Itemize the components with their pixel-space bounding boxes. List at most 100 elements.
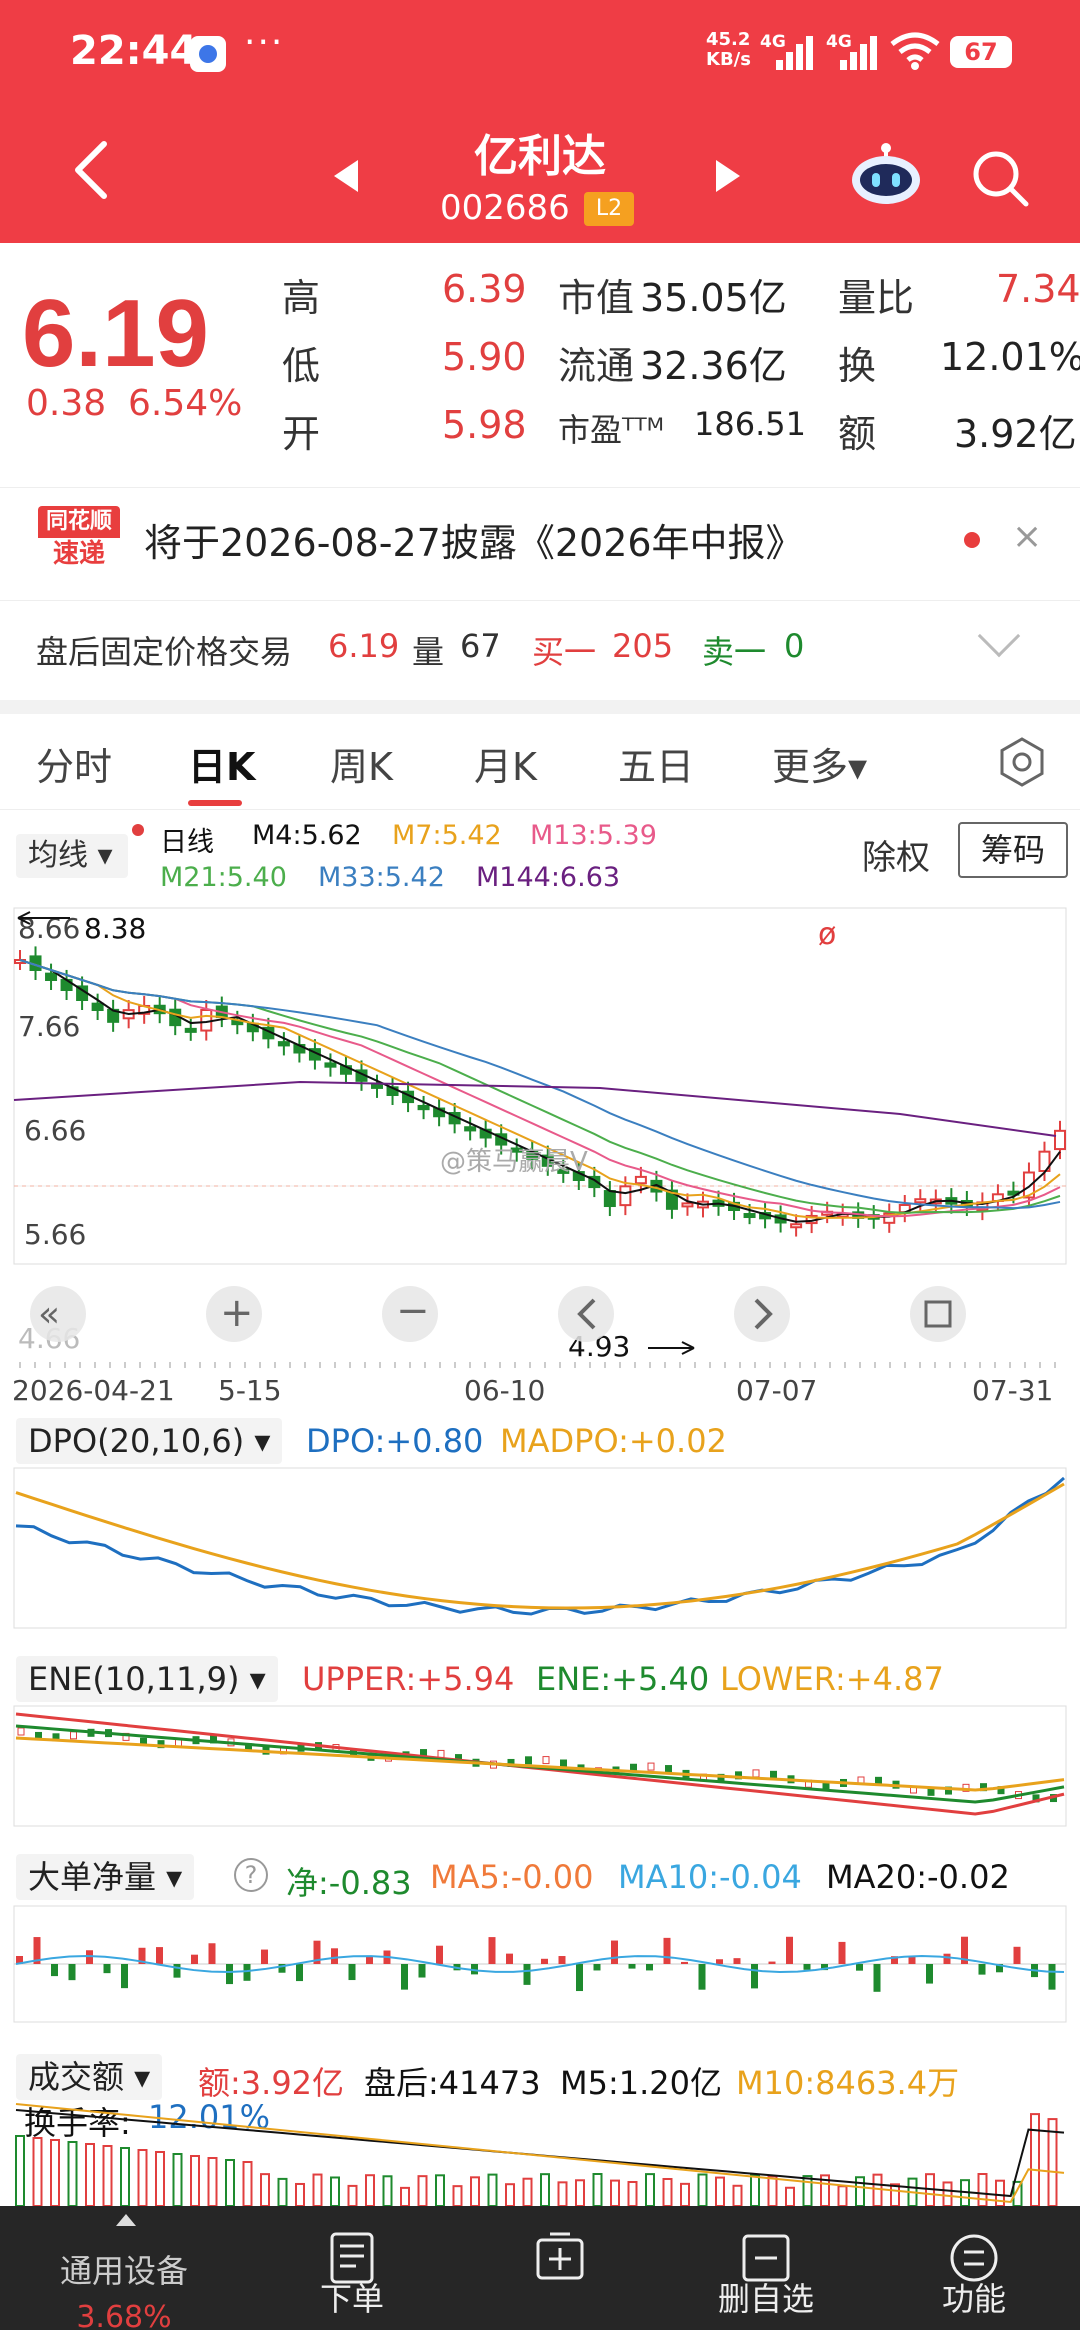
bigorder-bar [296, 1964, 303, 1982]
nav-remove-label: 删自选 [717, 2280, 814, 2318]
ene-candle [770, 1770, 777, 1779]
madpo-value: MADPO:+0.02 [500, 1422, 727, 1460]
tab-daily-k[interactable]: 日K [188, 736, 255, 791]
low-value: 5.90 [442, 335, 527, 379]
buy-one-value: 205 [612, 627, 674, 665]
nav-functions[interactable]: 功能 [874, 2206, 1074, 2330]
turnover-chart[interactable] [0, 2100, 1080, 2206]
search-icon[interactable] [970, 148, 1030, 208]
notice-banner[interactable]: 同花顺 速递 将于2026-08-27披露《2026年中报》 × [0, 487, 1080, 587]
bigorder-panel-header: 大单净量 ▾ ? 净:-0.83 MA5:-0.00 MA10:-0.04 MA… [0, 1846, 1080, 1906]
turnover-bar [32, 2137, 43, 2206]
chips-button[interactable]: 筹码 [958, 822, 1068, 878]
chevron-down-icon[interactable] [977, 614, 1021, 658]
tab-five-day[interactable]: 五日 [618, 736, 694, 791]
zoom-in-button[interactable]: + [206, 1286, 262, 1342]
scroll-right-button[interactable] [734, 1286, 790, 1342]
nav-remove-watchlist[interactable]: 删自选 [666, 2206, 866, 2330]
mcap-value: 35.05亿 [640, 276, 787, 320]
bigorder-bar [681, 1961, 688, 1964]
scroll-left-button[interactable] [558, 1286, 614, 1342]
turnover-bar [522, 2177, 533, 2206]
turnover-bar [207, 2157, 218, 2206]
after-hours-amount-value: 盘后:41473 [364, 2064, 541, 2102]
settings-hexagon-icon[interactable] [996, 736, 1048, 788]
x-label-2: 5-15 [218, 1374, 282, 1404]
svg-text:«: « [38, 1294, 60, 1335]
min-arrow-icon [648, 1341, 695, 1355]
dpo-selector[interactable]: DPO(20,10,6) ▾ [16, 1418, 283, 1464]
tab-intraday[interactable]: 分时 [36, 736, 112, 791]
ene-chart[interactable] [0, 1704, 1080, 1828]
bigorder-bar [663, 1937, 671, 1964]
ene-selector[interactable]: ENE(10,11,9) ▾ [16, 1656, 278, 1702]
tab-weekly-k[interactable]: 周K [330, 736, 393, 791]
bigorder-bar [593, 1964, 601, 1971]
stock-name: 亿利达 [474, 131, 606, 182]
y-label-2: 7.66 [18, 1010, 80, 1043]
prev-stock-icon[interactable] [334, 160, 358, 192]
level2-badge[interactable]: L2 [584, 192, 634, 226]
bigorder-bar [1013, 1946, 1021, 1964]
bigorder-bar [803, 1964, 811, 1970]
nav-order[interactable]: 下单 [252, 2206, 452, 2330]
ma-legend: 均线 ▾ 日线 M4:5.62 M7:5.42 M13:5.39 M21:5.4… [0, 812, 1080, 904]
turnover-bar [610, 2179, 620, 2206]
turnover-bar [15, 2135, 25, 2206]
bigorder-ma10-value: MA10:-0.04 [618, 1858, 802, 1896]
turnover-bar [837, 2185, 848, 2206]
help-icon[interactable]: ? [234, 1858, 268, 1892]
robot-assistant-icon[interactable] [850, 140, 922, 206]
bigorder-bar [856, 1964, 863, 1971]
fullscreen-button[interactable] [910, 1286, 966, 1342]
nav-add-watchlist[interactable] [460, 2206, 660, 2330]
period-label: 日线 [160, 827, 214, 858]
watermark-text: @策马赢晨V [440, 1147, 588, 1177]
svg-text:−: − [396, 1288, 430, 1334]
ene-candle [525, 1756, 532, 1765]
turnover-bar [260, 2173, 270, 2206]
dpo-panel-header: DPO(20,10,6) ▾ DPO:+0.80 MADPO:+0.02 [0, 1410, 1080, 1470]
indicator-selector[interactable]: 均线 ▾ [16, 834, 128, 878]
turnover-m10-value: M10:8463.4万 [736, 2064, 960, 2102]
ene-lower-value: LOWER:+4.87 [720, 1660, 944, 1698]
battery-indicator: 67 [950, 36, 1012, 68]
bigorder-bar [156, 1947, 163, 1964]
notice-text[interactable]: 将于2026-08-27披露《2026年中报》 [144, 512, 804, 567]
tab-more[interactable]: 更多▾ [772, 736, 867, 791]
after-hours-trading[interactable]: 盘后固定价格交易 6.19 量 67 买一 205 卖一 0 [0, 600, 1080, 700]
float-value: 32.36亿 [640, 344, 787, 388]
high-value: 6.39 [442, 267, 527, 311]
logo-top-text: 同花顺 [38, 506, 120, 538]
turnover-bar [662, 2177, 673, 2206]
back-arrow-icon[interactable] [68, 140, 116, 200]
turnover-bar [225, 2159, 235, 2206]
tonghuashun-logo: 同花顺 速递 [38, 506, 120, 570]
bottom-nav: 通用设备 3.68% 下单 删自选 功能 [0, 2206, 1080, 2330]
bigorder-selector[interactable]: 大单净量 ▾ [16, 1854, 195, 1900]
close-icon[interactable]: × [1012, 516, 1042, 557]
event-marker-icon[interactable]: ø [818, 917, 836, 952]
quote-panel: 6.19 0.38 6.54% 高 6.39 低 5.90 开 5.98 市值 … [0, 243, 1080, 473]
turnover-selector[interactable]: 成交额 ▾ [16, 2054, 163, 2100]
zoom-out-button[interactable]: − [382, 1286, 438, 1342]
wifi-icon [890, 32, 940, 70]
tab-monthly-k[interactable]: 月K [474, 736, 537, 791]
ex-rights-toggle[interactable]: 除权 [862, 830, 930, 879]
kline-chart[interactable]: 8.66 7.66 6.66 5.66 4.66 8.38 4.93 @策马赢晨… [0, 904, 1080, 1404]
turnover-bar [155, 2151, 165, 2206]
y-label-3: 6.66 [24, 1114, 86, 1147]
bigorder-bar [208, 1943, 216, 1964]
turnover-bar [382, 2175, 393, 2206]
bigorder-bar [628, 1964, 636, 1969]
zoom-out-fast-button[interactable]: « [30, 1286, 86, 1342]
bigorder-bar [121, 1964, 128, 1989]
turnover-bar [277, 2177, 288, 2206]
ene-panel-header: ENE(10,11,9) ▾ UPPER:+5.94 ENE:+5.40 LOW… [0, 1648, 1080, 1708]
x-label-start: 2026-04-21 [12, 1374, 175, 1404]
sector-general-equipment[interactable]: 通用设备 3.68% [24, 2206, 224, 2330]
bigorder-chart[interactable] [0, 1904, 1080, 2024]
ene-candle [647, 1762, 655, 1771]
next-stock-icon[interactable] [716, 160, 740, 192]
dpo-chart[interactable] [0, 1466, 1080, 1632]
